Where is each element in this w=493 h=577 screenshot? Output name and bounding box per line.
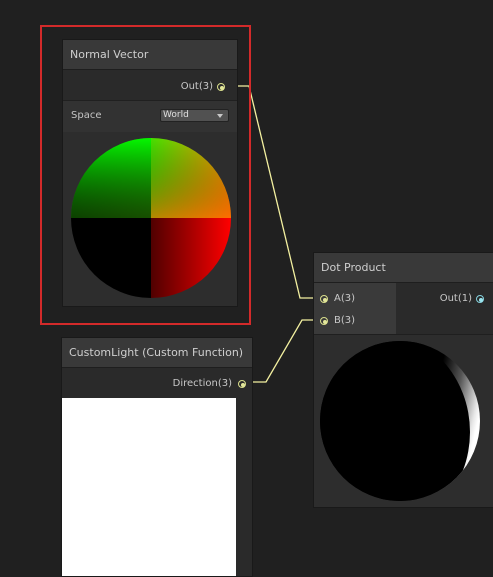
inputs-column: A(3) B(3) — [314, 283, 396, 334]
port-icon[interactable] — [320, 317, 328, 325]
output-port-label: Direction(3) — [172, 378, 232, 389]
input-a-label: A(3) — [334, 293, 356, 304]
node-title: CustomLight (Custom Function) — [62, 338, 252, 368]
output-port-row[interactable]: Direction(3) — [62, 376, 252, 392]
wire-direction-to-b[interactable] — [245, 319, 318, 383]
port-icon[interactable] — [476, 295, 484, 303]
node-title: Dot Product — [314, 253, 493, 283]
port-icon[interactable] — [238, 380, 246, 388]
input-b-label: B(3) — [334, 315, 356, 326]
input-port-a[interactable]: A(3) — [318, 291, 394, 307]
preview-area — [314, 334, 493, 507]
output-port-label: Out(1) — [439, 293, 472, 304]
selection-outline — [40, 25, 251, 325]
input-port-b[interactable]: B(3) — [318, 313, 394, 329]
dot-product-node[interactable]: Dot Product A(3) B(3) Out(1) — [313, 252, 493, 508]
custom-light-node[interactable]: CustomLight (Custom Function) Direction(… — [61, 337, 253, 577]
output-port-row[interactable]: Out(1) — [398, 291, 493, 307]
port-icon[interactable] — [320, 295, 328, 303]
dot-preview-sphere — [320, 341, 480, 501]
preview-area — [62, 398, 236, 576]
